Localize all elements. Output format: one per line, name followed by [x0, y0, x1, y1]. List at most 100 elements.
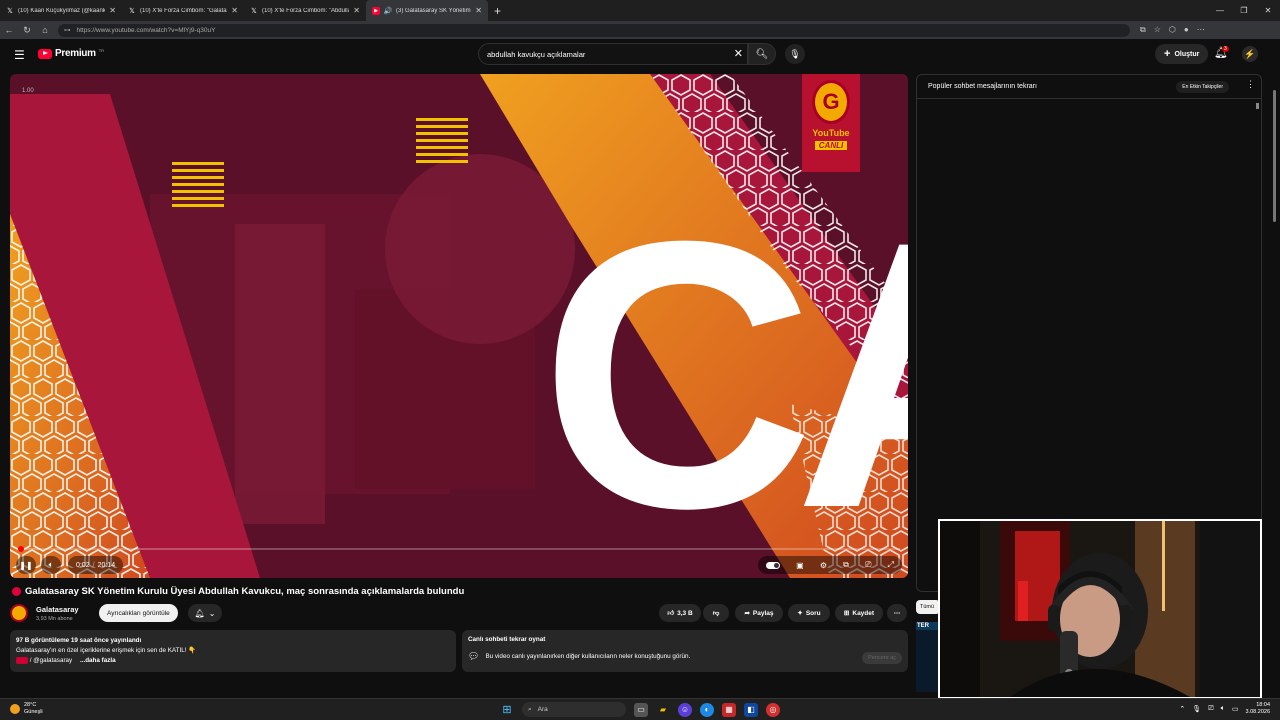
scrollbar-thumb[interactable] [1273, 90, 1276, 222]
clear-search-icon[interactable]: ✕ [734, 47, 743, 60]
like-button[interactable]: 👍︎ 3,3 B [659, 604, 701, 622]
task-view-icon[interactable]: ▭ [634, 702, 648, 717]
search-button[interactable]: 🔍︎ [748, 43, 776, 65]
channel-handle-link[interactable]: / @galatasaray [30, 657, 72, 664]
close-icon[interactable]: ✕ [109, 6, 116, 15]
progress-knob[interactable] [18, 546, 24, 552]
filter-chip-all[interactable]: Tümü [916, 600, 940, 614]
search-input[interactable]: abdullah kavukçu açıklamalar ✕ [478, 43, 748, 65]
settings-gear-icon[interactable]: ⚙ [820, 561, 827, 570]
recommended-video-thumbnail[interactable]: TER [916, 622, 940, 692]
miniplayer-icon[interactable]: ⧉ [843, 560, 849, 570]
new-tab-button[interactable]: + [494, 4, 501, 18]
menu-dots-icon[interactable]: ⋯ [1197, 25, 1205, 35]
account-avatar[interactable]: ⚡ [1242, 46, 1258, 62]
like-count: 3,3 B [677, 609, 693, 617]
file-explorer-icon[interactable]: ▰ [656, 703, 670, 717]
plus-icon: + [1164, 48, 1171, 60]
ask-button[interactable]: ✦ Soru [788, 604, 830, 622]
duration: 20:14 [97, 561, 116, 569]
view-stats: 97 B görüntüleme 19 saat önce yayınlandı [16, 637, 142, 644]
chat-replay-title: Canlı sohbeti tekrar oynat [468, 636, 546, 643]
edge-browser-icon[interactable]: ◐ [700, 702, 714, 717]
pause-button[interactable]: ❚❚ [16, 556, 36, 574]
video-player[interactable]: CA 1.00 G YouTube CANLI ❚❚ 🔈︎ 0:02 / 20:… [10, 74, 908, 578]
bookmark-star-icon[interactable]: ☆ [1154, 25, 1161, 35]
clock[interactable]: 18:04 3.08.2026 [1246, 702, 1270, 716]
current-time: 0:02 [76, 561, 90, 569]
dislike-button[interactable]: 👎︎ [703, 604, 729, 622]
close-window-icon[interactable]: ✕ [1256, 6, 1280, 15]
store-app-icon[interactable]: ◧ [744, 702, 758, 717]
calendar-app-icon[interactable]: ▦ [722, 702, 736, 717]
description-box[interactable]: 97 B görüntüleme 19 saat önce yayınlandı… [10, 630, 456, 672]
channel-avatar[interactable] [10, 604, 28, 622]
show-more-link[interactable]: ...daha fazla [80, 657, 116, 664]
close-icon[interactable]: ✕ [231, 6, 238, 15]
windows-start-icon[interactable]: ⊞ [500, 703, 514, 717]
speaker-icon[interactable]: 🔊 [384, 7, 393, 15]
progress-bar[interactable] [18, 546, 900, 552]
url-field[interactable]: ⊶ https://www.youtube.com/watch?v=MlYj9-… [58, 23, 1130, 37]
open-window-button[interactable]: Pencere aç [862, 652, 902, 664]
clock-time: 18:04 [1256, 702, 1270, 708]
chat-header: Popüler sohbet mesajlarının tekrarı En E… [917, 75, 1261, 99]
extension-icon[interactable]: ⬡ [1169, 25, 1176, 35]
video-frame: CA [10, 74, 908, 578]
taskbar-search[interactable]: ⌕ Ara [522, 702, 626, 717]
messaging-app-icon[interactable]: ☺ [678, 702, 692, 717]
browser-tab-bar: 𝕏 (10) Kaan Küçükyılmaz (@kaankc... ✕ 𝕏 … [0, 0, 1280, 21]
channel-name[interactable]: Galatasaray [36, 605, 79, 614]
autoplay-toggle[interactable] [766, 561, 781, 569]
page-scrollbar[interactable] [1270, 40, 1278, 695]
save-label: Kaydet [852, 609, 875, 617]
pause-icon: ❚❚ [19, 560, 33, 570]
tab-title: (3) Galatasaray SK Yönetim... [396, 7, 472, 14]
back-icon[interactable]: ← [0, 25, 18, 35]
battery-icon[interactable]: ▭ [1232, 705, 1239, 713]
subscribe-notifications-button[interactable]: 🔔︎ ⌄ [188, 604, 222, 622]
browser-tab[interactable]: 𝕏 (10) Kaan Küçükyılmaz (@kaankc... ✕ [0, 0, 122, 21]
network-icon[interactable]: ⎚ [1208, 705, 1214, 713]
top-fans-chip[interactable]: En Etkin Takipçiler [1176, 81, 1229, 93]
more-dots-icon[interactable]: ⋮ [1246, 79, 1255, 90]
save-button[interactable]: ⊞ Kaydet [835, 604, 883, 622]
members-perks-button[interactable]: Ayrıcalıkları görüntüle [99, 604, 178, 622]
more-actions-button[interactable]: ⋯ [887, 604, 907, 622]
minimize-icon[interactable]: — [1208, 6, 1232, 15]
chevron-up-icon[interactable]: ⌃ [1179, 705, 1185, 713]
reload-icon[interactable]: ↻ [18, 25, 36, 36]
subtitles-icon[interactable]: ▣ [796, 561, 804, 570]
cast-icon[interactable]: ⎚ [865, 560, 871, 570]
sun-icon [10, 704, 20, 714]
close-icon[interactable]: ✕ [353, 6, 360, 15]
browser-tab[interactable]: 𝕏 (10) X'te Forza Cimbom: "Abdullah... ✕ [244, 0, 366, 21]
profile-icon[interactable]: ● [1184, 25, 1189, 35]
volume-icon[interactable]: 🔈︎ [1221, 705, 1225, 713]
webcam-overlay [938, 519, 1262, 699]
translate-icon[interactable]: ⧉ [1140, 25, 1146, 35]
close-icon[interactable]: ✕ [475, 6, 482, 15]
volume-button[interactable]: 🔈︎ [41, 556, 61, 574]
chrome-icon[interactable]: ◎ [766, 702, 780, 717]
browser-tab[interactable]: 𝕏 (10) X'te Forza Cimbom: "Galatasa... ✕ [122, 0, 244, 21]
volume-icon: 🔈︎ [48, 560, 54, 569]
microphone-icon[interactable]: 🎙︎ [1192, 705, 1201, 713]
browser-tab-active[interactable]: ▶ 🔊 (3) Galatasaray SK Yönetim... ✕ [366, 0, 488, 21]
chat-scrollbar[interactable] [1256, 103, 1259, 109]
tab-title: (10) X'te Forza Cimbom: "Galatasa... [140, 7, 227, 14]
fullscreen-icon[interactable]: ⤢ [887, 560, 893, 570]
live-chat-panel: Popüler sohbet mesajlarının tekrarı En E… [916, 74, 1262, 592]
create-label: Oluştur [1174, 50, 1200, 58]
site-info-icon[interactable]: ⊶ [64, 26, 71, 34]
home-icon[interactable]: ⌂ [36, 25, 54, 35]
x-icon: 𝕏 [7, 7, 13, 15]
chat-mode-selector[interactable]: Popüler sohbet mesajlarının tekrarı [928, 83, 1037, 90]
share-button[interactable]: ➦ Paylaş [735, 604, 783, 622]
voice-search-button[interactable]: 🎙︎ [785, 44, 805, 64]
weather-widget[interactable]: 28°C Güneşli [10, 702, 43, 716]
hamburger-menu-icon[interactable]: ☰ [14, 48, 25, 62]
create-button[interactable]: + Oluştur [1155, 44, 1209, 64]
maximize-icon[interactable]: ❐ [1232, 6, 1256, 15]
youtube-premium-logo[interactable]: Premium TR [38, 48, 104, 59]
